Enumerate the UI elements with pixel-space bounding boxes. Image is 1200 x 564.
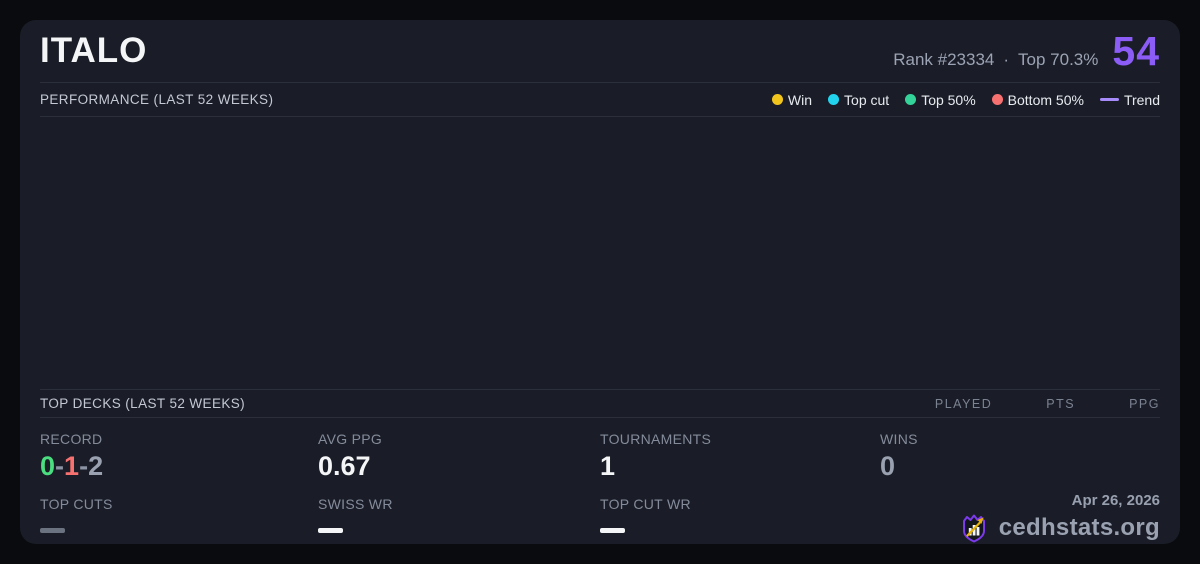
page-title: ITALO <box>40 31 147 71</box>
chart-legend: Win Top cut Top 50% Bottom 50% Trend <box>772 92 1160 108</box>
top-percent-text: Top 70.3% <box>1018 50 1098 70</box>
stat-value-wins: 0 <box>880 452 1160 482</box>
stat-label-top-cut-wr: TOP CUT WR <box>600 496 880 512</box>
header-rank-area: Rank #23334 · Top 70.3% 54 <box>893 28 1160 75</box>
stat-record: RECORD 0-1-2 <box>40 429 318 482</box>
column-header-played: PLAYED <box>935 397 992 411</box>
brand-link[interactable]: cedhstats.org <box>999 514 1160 542</box>
legend-label-win: Win <box>788 92 812 108</box>
performance-section-title: PERFORMANCE (LAST 52 WEEKS) <box>40 92 273 107</box>
stat-value-record: 0-1-2 <box>40 452 318 482</box>
legend-item-trend: Trend <box>1100 92 1160 108</box>
win-dot-icon <box>772 94 783 105</box>
shield-chart-logo-icon <box>958 512 990 544</box>
legend-item-win: Win <box>772 92 812 108</box>
rank-line: Rank #23334 · Top 70.3% <box>893 50 1098 70</box>
stat-label-tournaments: TOURNAMENTS <box>600 431 880 447</box>
column-header-ppg: PPG <box>1129 397 1160 411</box>
stat-avg-ppg: AVG PPG 0.67 <box>318 429 600 482</box>
top-cuts-empty-dash <box>40 528 65 533</box>
legend-label-trend: Trend <box>1124 92 1160 108</box>
rank-separator: · <box>1003 50 1009 70</box>
stat-wins: WINS 0 <box>880 429 1160 482</box>
stat-label-swiss-wr: SWISS WR <box>318 496 600 512</box>
bottom-50-dot-icon <box>992 94 1003 105</box>
stat-top-cut-wr: TOP CUT WR <box>600 494 880 544</box>
stat-tournaments: TOURNAMENTS 1 <box>600 429 880 482</box>
performance-section-header: PERFORMANCE (LAST 52 WEEKS) Win Top cut … <box>20 83 1180 116</box>
card-header: ITALO Rank #23334 · Top 70.3% 54 <box>20 20 1180 82</box>
stat-value-avg-ppg: 0.67 <box>318 452 600 482</box>
top-cut-dot-icon <box>828 94 839 105</box>
stat-top-cuts: TOP CUTS <box>40 494 318 544</box>
top-decks-section-header: TOP DECKS (LAST 52 WEEKS) PLAYED PTS PPG <box>20 390 1180 417</box>
swiss-wr-empty-dash <box>318 528 343 533</box>
top-decks-column-headers: PLAYED PTS PPG <box>935 397 1160 411</box>
top-50-dot-icon <box>905 94 916 105</box>
legend-item-bottom-50: Bottom 50% <box>992 92 1084 108</box>
date-text: Apr 26, 2026 <box>1072 492 1160 509</box>
legend-item-top-50: Top 50% <box>905 92 975 108</box>
legend-label-top-cut: Top cut <box>844 92 889 108</box>
trend-line-icon <box>1100 98 1119 101</box>
stat-label-avg-ppg: AVG PPG <box>318 431 600 447</box>
legend-label-bottom-50: Bottom 50% <box>1008 92 1084 108</box>
legend-label-top-50: Top 50% <box>921 92 975 108</box>
stat-label-wins: WINS <box>880 431 1160 447</box>
stat-label-record: RECORD <box>40 431 318 447</box>
stat-swiss-wr: SWISS WR <box>318 494 600 544</box>
top-cut-wr-empty-dash <box>600 528 625 533</box>
stats-summary-grid: RECORD 0-1-2 AVG PPG 0.67 TOURNAMENTS 1 … <box>20 418 1180 544</box>
brand-row: cedhstats.org <box>958 512 1160 544</box>
record-draws: 2 <box>88 451 103 481</box>
record-separator-2: - <box>79 451 88 481</box>
stat-label-top-cuts: TOP CUTS <box>40 496 318 512</box>
record-separator-1: - <box>55 451 64 481</box>
rank-text: Rank #23334 <box>893 50 994 70</box>
performance-chart-canvas <box>20 117 1180 389</box>
card-footer: Apr 26, 2026 cedhstats.org <box>880 492 1160 544</box>
record-losses: 1 <box>64 451 79 481</box>
stat-value-tournaments: 1 <box>600 452 880 482</box>
score-value: 54 <box>1112 28 1160 75</box>
column-header-pts: PTS <box>1046 397 1075 411</box>
record-wins: 0 <box>40 451 55 481</box>
top-decks-section-title: TOP DECKS (LAST 52 WEEKS) <box>40 396 245 411</box>
player-stats-card: ITALO Rank #23334 · Top 70.3% 54 PERFORM… <box>20 20 1180 544</box>
legend-item-top-cut: Top cut <box>828 92 889 108</box>
